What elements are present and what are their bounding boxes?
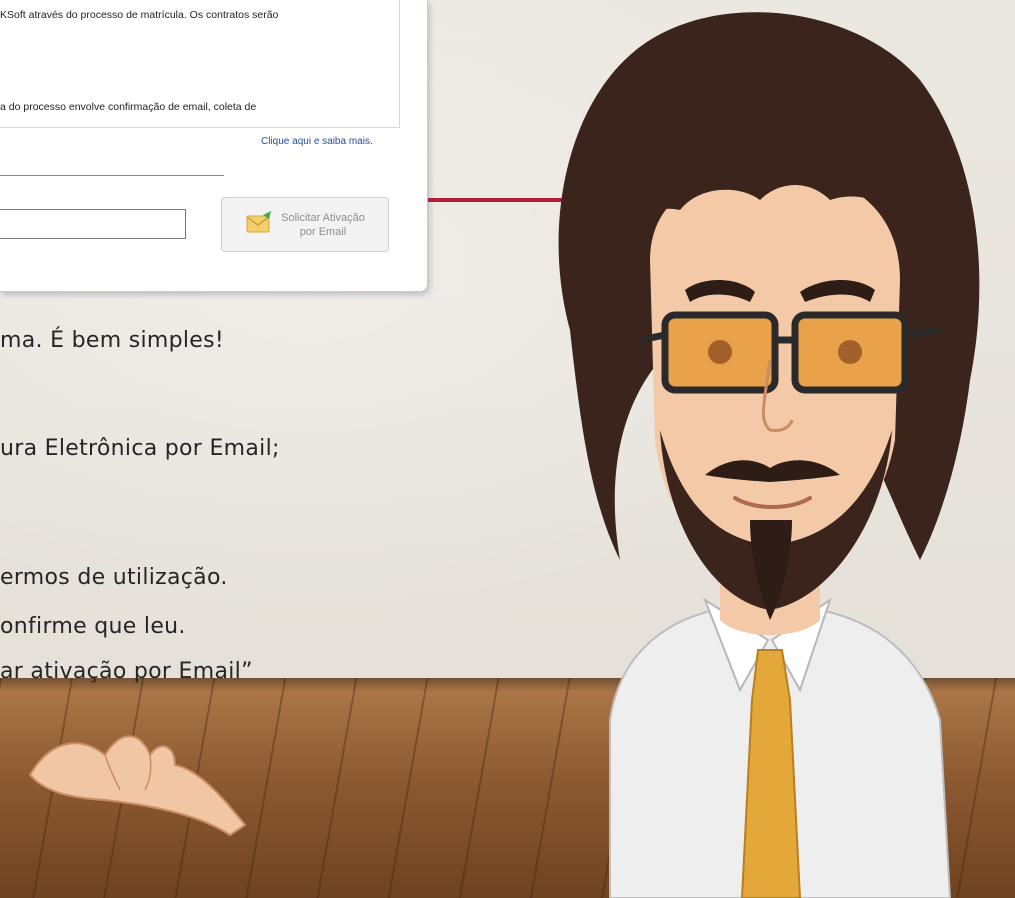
request-email-activation-button[interactable]: Solicitar Ativação por Email: [221, 197, 389, 252]
terms-text-line-1: KSoft através do processo de matrícula. …: [0, 9, 279, 21]
slide-line-4: onfirme que leu.: [0, 614, 186, 639]
slide-line-3: ermos de utilização.: [0, 565, 228, 590]
activation-dialog: KSoft através do processo de matrícula. …: [0, 0, 428, 292]
terms-text-area[interactable]: KSoft através do processo de matrícula. …: [0, 0, 400, 128]
envelope-icon: [245, 210, 275, 240]
slide-line-2: ura Eletrônica por Email;: [0, 436, 280, 461]
learn-more-link[interactable]: Clique aqui e saiba mais.: [261, 136, 373, 147]
email-input[interactable]: [0, 209, 186, 239]
presenter-character: [558, 12, 980, 898]
presenting-hand: [28, 735, 247, 837]
slide-line-1: ma. É bem simples!: [0, 328, 225, 353]
divider: [0, 175, 224, 176]
terms-text-line-2: a do processo envolve confirmação de ema…: [0, 101, 257, 113]
slide-line-5: ar ativação por Email”: [0, 659, 253, 684]
request-email-activation-label: Solicitar Ativação por Email: [281, 211, 365, 238]
